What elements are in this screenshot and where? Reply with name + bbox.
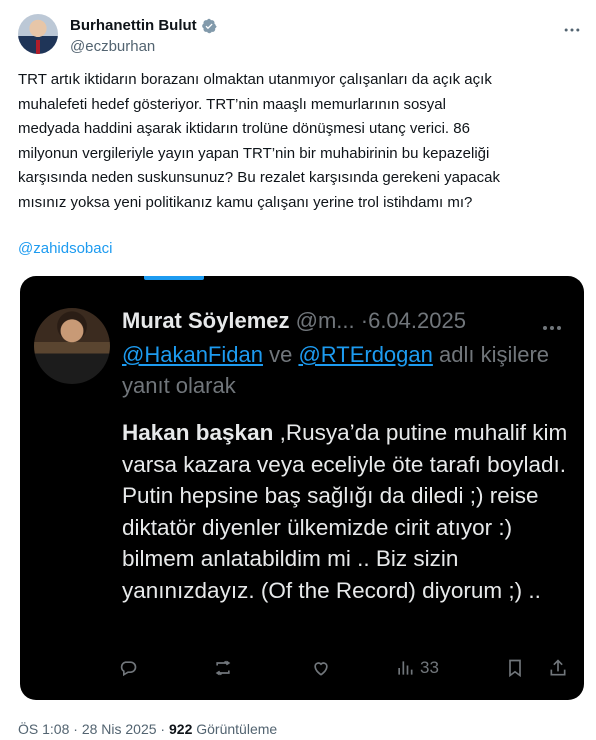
quoted-share-icon [548, 656, 568, 680]
quoted-tweet-body: Hakan başkan ,Rusya’da putine muhalif ki… [122, 417, 572, 606]
quoted-more-icon [540, 316, 564, 340]
author-name-row[interactable]: Burhanettin Bulut [70, 17, 217, 34]
meta-separator: · [156, 721, 169, 737]
quoted-date: 6.04.2025 [368, 308, 466, 333]
quote-top-accent [144, 276, 204, 280]
tweet-mention-link[interactable]: @zahidsobaci [18, 240, 112, 257]
tweet-header: Burhanettin Bulut @eczburhan [18, 14, 582, 62]
quoted-author-name: Murat Söylemez [122, 308, 290, 333]
quoted-views-count: 33 [420, 658, 439, 677]
quoted-action-bar: 33 [118, 656, 568, 682]
verified-badge-icon [201, 18, 217, 34]
quoted-reply-mention-2: @RTErdogan [298, 342, 433, 367]
quoted-reply-connector: ve [262, 342, 299, 367]
views-count: 922 [169, 721, 193, 737]
quoted-tweet-image[interactable]: Murat Söylemez @m... ·6.04.2025 @HakanFi… [20, 276, 584, 700]
tweet-date[interactable]: 28 Nis 2025 [82, 721, 157, 737]
quoted-separator: · [360, 308, 369, 333]
tweet-meta: ÖS 1:08 · 28 Nis 2025 · 922 Görüntüleme [18, 721, 277, 737]
quoted-views-icon [398, 661, 413, 675]
views-label: Görüntüleme [192, 721, 278, 737]
author-avatar[interactable] [18, 14, 58, 54]
quoted-body-text: ,Rusya’da putine muhalif kim varsa kazar… [122, 420, 568, 603]
avatar-detail [36, 40, 40, 54]
quoted-like-icon [311, 656, 331, 680]
tweet-text: TRT artık iktidarın borazanı olmaktan ut… [18, 71, 500, 211]
quoted-retweet-icon [213, 656, 233, 680]
quoted-body-bold: Hakan başkan [122, 420, 274, 445]
quoted-bookmark-icon [505, 656, 525, 680]
quoted-reply-icon [118, 656, 138, 680]
quoted-tweet-header: Murat Söylemez @m... ·6.04.2025 [122, 306, 466, 336]
author-handle[interactable]: @eczburhan [70, 38, 155, 55]
meta-separator: · [69, 721, 82, 737]
author-name[interactable]: Burhanettin Bulut [70, 17, 197, 34]
quoted-author-avatar [34, 308, 110, 384]
tweet-time[interactable]: ÖS 1:08 [18, 721, 69, 737]
more-options-icon[interactable] [562, 20, 582, 40]
quoted-author-handle: @m... [295, 308, 355, 333]
quoted-reply-context: @HakanFidan ve @RTErdogan adlı kişilere … [122, 339, 562, 401]
quoted-views-stat: 33 [395, 656, 439, 680]
quoted-reply-mention-1: @HakanFidan [122, 342, 263, 367]
